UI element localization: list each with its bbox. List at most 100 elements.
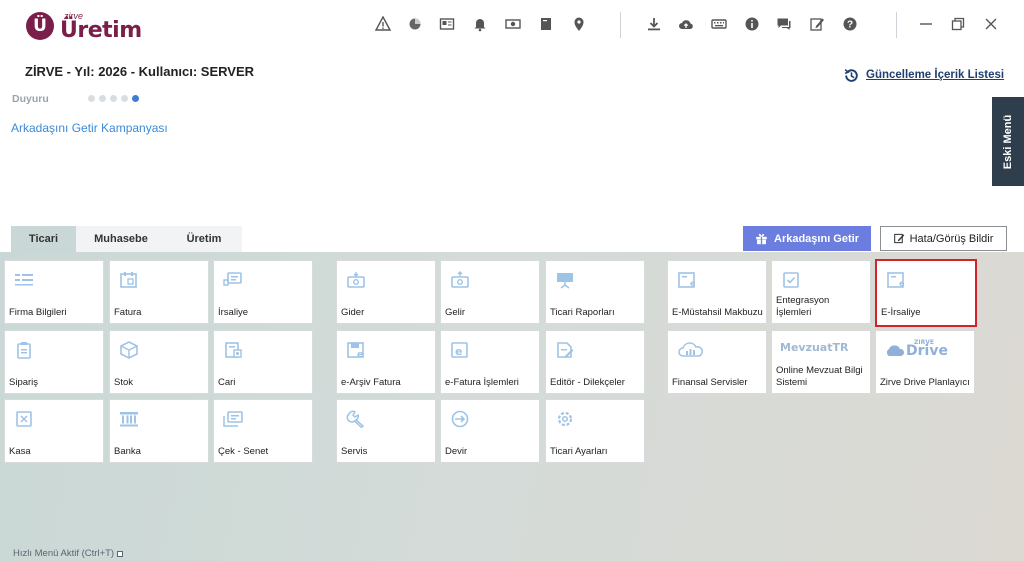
tile-label: Devir [445,446,468,458]
pager-dot[interactable] [110,95,117,102]
report-bug-button[interactable]: Hata/Görüş Bildir [880,226,1007,251]
quick-menu-checkbox[interactable] [117,550,124,557]
tile-e-irsaliye[interactable]: e E-İrsaliye [875,259,977,327]
download-icon[interactable] [645,15,663,33]
logo-mark: Ü [26,12,54,40]
e-archive-icon: e [345,340,367,360]
cloud-finance-icon [676,340,706,360]
pager-dot-active[interactable] [132,95,139,102]
tile-firma-bilgileri[interactable]: Firma Bilgileri [4,260,104,324]
tile-e-mustahsil[interactable]: e E-Müstahsil Makbuzu [667,260,767,324]
campaign-link[interactable]: Arkadaşını Getir Kampanyası [11,121,168,135]
settings-icon [554,409,576,429]
pager-dot[interactable] [88,95,95,102]
tile-cari[interactable]: Cari [213,330,313,394]
tile-servis[interactable]: Servis [336,399,436,463]
tile-ticari-raporlar[interactable]: Ticari Raporları [545,260,645,324]
drive-logo-small: ZIRVE [914,339,934,346]
news-icon[interactable] [438,15,456,33]
quick-menu-toggle[interactable]: Hızlı Menü Aktif (Ctrl+T) [13,548,124,559]
tile-e-fatura[interactable]: e e-Fatura İşlemleri [440,330,540,394]
info-icon[interactable] [743,15,761,33]
e-document-icon: e [885,270,907,290]
tile-label: e-Arşiv Fatura [341,377,401,389]
mevzuat-logo: MevzuatTR [780,341,849,354]
logo-title: Üretim [60,18,142,43]
tile-label: Finansal Servisler [672,377,748,389]
tile-kasa[interactable]: Kasa [4,399,104,463]
tile-cek-senet[interactable]: Çek - Senet [213,399,313,463]
update-list-link[interactable]: Güncelleme İçerik Listesi [843,66,1004,84]
tile-label: Editör - Dilekçeler [550,377,625,389]
tile-editor[interactable]: Editör - Dilekçeler [545,330,645,394]
window-controls-divider [896,12,897,38]
expense-icon [345,270,367,290]
tile-label: E-İrsaliye [881,307,921,319]
tile-label: Online Mevzuat Bilgi Sistemi [776,365,863,389]
edit-note-icon [893,233,904,244]
history-icon [844,68,858,82]
cloud-upload-icon[interactable] [677,15,695,33]
svg-text:e: e [455,345,462,358]
tile-zirve-drive[interactable]: Drive ZIRVE Zirve Drive Planlayıcı [875,330,975,394]
tile-banka[interactable]: Banka [109,399,209,463]
book-icon[interactable] [537,15,555,33]
account-icon [222,340,244,360]
tab-ticari[interactable]: Ticari [11,226,76,252]
cheque-icon [222,409,244,429]
restore-icon[interactable] [949,15,967,33]
report-bug-label: Hata/Görüş Bildir [909,232,994,245]
pager-dot[interactable] [121,95,128,102]
tab-muhasebe[interactable]: Muhasebe [76,226,166,252]
tile-label: Stok [114,377,134,389]
old-menu-label: Eski Menü [1002,114,1014,169]
tile-devir[interactable]: Devir [440,399,540,463]
tile-label: Zirve Drive Planlayıcı [880,377,970,389]
tile-finansal-servisler[interactable]: Finansal Servisler [667,330,767,394]
invite-friend-label: Arkadaşını Getir [774,232,859,245]
location-icon[interactable] [570,15,588,33]
editor-icon [554,340,576,360]
tile-entegrasyon[interactable]: Entegrasyon İşlemleri [771,260,871,324]
e-document-icon: e [676,270,698,290]
tile-ticari-ayarlari[interactable]: Ticari Ayarları [545,399,645,463]
warning-icon[interactable] [374,15,392,33]
tile-label: E-Müstahsil Makbuzu [672,307,763,319]
tile-label: Banka [114,446,141,458]
tile-label: Gider [341,307,365,319]
tile-mevzuat[interactable]: MevzuatTR Online Mevzuat Bilgi Sistemi [771,330,871,394]
tile-label: Gelir [445,307,466,319]
help-icon[interactable]: ? [841,15,859,33]
tile-stok[interactable]: Stok [109,330,209,394]
toolbar-divider [620,12,621,38]
invite-friend-button[interactable]: Arkadaşını Getir [743,226,871,251]
tile-siparis[interactable]: Sipariş [4,330,104,394]
update-list-label[interactable]: Güncelleme İçerik Listesi [866,69,1004,81]
tile-gelir[interactable]: Gelir [440,260,540,324]
chat-icon[interactable] [775,15,793,33]
keyboard-icon[interactable] [710,15,728,33]
chart-icon[interactable] [406,15,424,33]
tile-e-arsiv[interactable]: e e-Arşiv Fatura [336,330,436,394]
close-icon[interactable] [982,15,1000,33]
old-menu-button[interactable]: Eski Menü [992,97,1024,186]
tile-fatura[interactable]: Fatura [109,260,209,324]
tile-irsaliye[interactable]: İrsaliye [213,260,313,324]
pager-dot[interactable] [99,95,106,102]
cloud-icon [886,345,905,356]
truck-icon [222,270,244,290]
announcement-pager[interactable] [88,95,139,102]
tile-gider[interactable]: Gider [336,260,436,324]
presentation-icon [554,270,576,290]
tile-label: Servis [341,446,368,458]
bell-icon[interactable] [471,15,489,33]
clipboard-icon [13,340,35,360]
money-icon[interactable] [504,15,522,33]
minimize-icon[interactable] [917,15,935,33]
quick-menu-label: Hızlı Menü Aktif (Ctrl+T) [13,548,115,559]
tile-label: Kasa [9,446,31,458]
drive-logo: Drive ZIRVE [884,339,948,359]
edit-icon[interactable] [808,15,826,33]
app-logo: Ü zirve Üretim [26,10,156,44]
tab-uretim[interactable]: Üretim [166,226,242,252]
